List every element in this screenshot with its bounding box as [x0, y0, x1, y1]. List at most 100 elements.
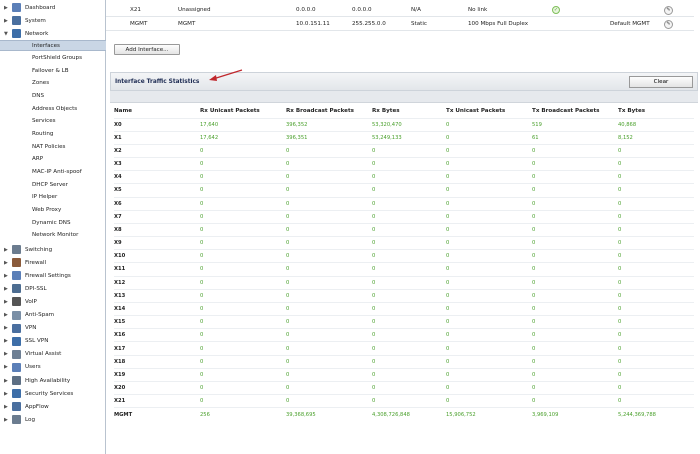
stat-value-cell: 0: [618, 183, 694, 198]
stat-value-cell: 0: [446, 315, 532, 329]
sidebar-item-virtual-assist[interactable]: ▶ Virtual Assist: [0, 349, 106, 360]
sidebar-item-firewall[interactable]: ▶ Firewall: [0, 257, 106, 268]
cell-ip: 10.0.151.11: [296, 21, 330, 27]
stat-value-cell: 0: [532, 275, 618, 290]
table-row[interactable]: X21 Unassigned 0.0.0.0 0.0.0.0 N/A No link ✓ ✎: [106, 4, 694, 17]
stat-value-cell: 0: [618, 328, 694, 342]
sidebar-subitem[interactable]: Address Objects: [0, 103, 106, 114]
sidebar-subitem[interactable]: Zones: [0, 78, 106, 89]
clear-stats-button[interactable]: Clear: [629, 76, 693, 88]
sidebar-subitem[interactable]: MAC-IP Anti-spoof: [0, 167, 106, 178]
stat-value-cell: 0: [532, 380, 618, 395]
interface-name-cell: X1: [114, 130, 200, 145]
expand-right-icon[interactable]: ▶: [4, 338, 10, 344]
sidebar-subitem[interactable]: Services: [0, 116, 106, 127]
sidebar-subitem[interactable]: Interfaces: [0, 40, 106, 51]
column-header[interactable]: Rx Bytes: [372, 105, 446, 118]
expand-down-icon[interactable]: ▼: [4, 31, 10, 37]
stat-value-cell: 0: [618, 288, 694, 303]
column-header[interactable]: Rx Broadcast Packets: [286, 105, 372, 118]
stat-value-cell: 0: [372, 209, 446, 224]
table-row: X18 0 0 0 0 0 0: [114, 354, 694, 369]
sidebar-item-vpn[interactable]: ▶ VPN: [0, 323, 106, 334]
column-header[interactable]: Tx Unicast Packets: [446, 105, 532, 118]
stat-value-cell: 17,642: [200, 130, 286, 145]
sidebar-item-label: Virtual Assist: [25, 351, 62, 358]
sidebar-item-system[interactable]: ▶ System: [0, 15, 106, 26]
main-content: X21 Unassigned 0.0.0.0 0.0.0.0 N/A No link ✓ ✎ M…: [106, 0, 700, 454]
security-services-icon: [12, 389, 21, 399]
expand-right-icon[interactable]: ▶: [4, 286, 10, 292]
sidebar-subitem[interactable]: IP Helper: [0, 192, 106, 203]
stat-value-cell: 0: [200, 222, 286, 237]
sidebar-item-network[interactable]: ▼ Network: [0, 28, 106, 39]
stat-value-cell: 0: [618, 170, 694, 184]
interface-name-cell: X11: [114, 262, 200, 277]
expand-right-icon[interactable]: ▶: [4, 325, 10, 331]
stat-value-cell: 0: [446, 328, 532, 342]
sidebar-item-firewall-settings[interactable]: ▶ Firewall Settings: [0, 270, 106, 281]
expand-right-icon[interactable]: ▶: [4, 378, 10, 384]
sidebar-item-users[interactable]: ▶ Users: [0, 362, 106, 373]
panel-title: Interface Traffic Statistics: [115, 79, 200, 85]
sidebar-subitem[interactable]: Dynamic DNS: [0, 217, 106, 228]
sidebar-subitem[interactable]: DNS: [0, 91, 106, 102]
sidebar-subitem[interactable]: ARP: [0, 154, 106, 165]
sidebar-subitem[interactable]: Failover & LB: [0, 65, 106, 76]
table-row: X11 0 0 0 0 0 0: [114, 262, 694, 277]
edit-icon[interactable]: ✎: [664, 5, 673, 15]
sidebar-item-dpi-ssl[interactable]: ▶ DPI-SSL: [0, 283, 106, 294]
stat-value-cell: 0: [286, 236, 372, 250]
expand-right-icon[interactable]: ▶: [4, 18, 10, 24]
sidebar-subitem[interactable]: Web Proxy: [0, 204, 106, 215]
switching-icon: [12, 245, 21, 254]
interface-name-cell: X5: [114, 183, 200, 198]
sidebar-item-security-services[interactable]: ▶ Security Services: [0, 388, 106, 399]
column-header[interactable]: Tx Broadcast Packets: [532, 105, 618, 118]
stat-value-cell: 0: [446, 394, 532, 408]
expand-right-icon[interactable]: ▶: [4, 404, 10, 410]
sidebar-item-log[interactable]: ▶ Log: [0, 414, 106, 425]
sidebar-subitem[interactable]: Network Monitor: [0, 230, 106, 241]
expand-right-icon[interactable]: ▶: [4, 5, 10, 11]
expand-right-icon[interactable]: ▶: [4, 299, 10, 305]
sidebar-item-appflow[interactable]: ▶ AppFlow: [0, 401, 106, 412]
expand-right-icon[interactable]: ▶: [4, 312, 10, 318]
expand-right-icon[interactable]: ▶: [4, 351, 10, 357]
stat-value-cell: 0: [200, 236, 286, 250]
column-header[interactable]: Name: [114, 105, 200, 118]
expand-right-icon[interactable]: ▶: [4, 260, 10, 266]
sidebar-subitem[interactable]: DHCP Server: [0, 179, 106, 190]
interface-name-cell: X14: [114, 301, 200, 316]
expand-right-icon[interactable]: ▶: [4, 247, 10, 253]
stat-value-cell: 0: [286, 196, 372, 211]
sidebar-item-label: Anti-Spam: [25, 312, 55, 318]
sidebar-item-anti-spam[interactable]: ▶ Anti-Spam: [0, 310, 106, 321]
interface-name-cell: X18: [114, 354, 200, 369]
sidebar-item-switching[interactable]: ▶ Switching: [0, 244, 106, 255]
sidebar-item-voip[interactable]: ▶ VoIP: [0, 296, 106, 307]
sidebar-subitem[interactable]: PortShield Groups: [0, 53, 106, 64]
expand-right-icon[interactable]: ▶: [4, 273, 10, 279]
stat-value-cell: 0: [286, 367, 372, 382]
add-interface-button[interactable]: Add Interface...: [114, 44, 180, 55]
sidebar-item-label: Log: [25, 416, 35, 423]
column-header[interactable]: Tx Bytes: [618, 105, 694, 118]
sidebar-item-dashboard[interactable]: ▶ Dashboard: [0, 2, 106, 13]
sidebar-item-high-availability[interactable]: ▶ High Availability: [0, 375, 106, 386]
table-row[interactable]: MGMT MGMT 10.0.151.11 255.255.0.0 Static 100 …: [106, 18, 694, 31]
column-header[interactable]: Rx Unicast Packets: [200, 105, 286, 118]
expand-right-icon[interactable]: ▶: [4, 417, 10, 423]
interface-name-cell: X9: [114, 236, 200, 250]
sidebar-item-ssl-vpn[interactable]: ▶ SSL VPN: [0, 336, 106, 347]
edit-icon[interactable]: ✎: [664, 19, 673, 29]
expand-right-icon[interactable]: ▶: [4, 364, 10, 370]
sidebar-subitem[interactable]: NAT Policies: [0, 141, 106, 152]
stat-value-cell: 0: [200, 354, 286, 369]
sidebar-subitem[interactable]: Routing: [0, 129, 106, 140]
stat-value-cell: 0: [372, 275, 446, 290]
dashboard-icon: [12, 3, 21, 12]
table-row: X1 17,642 396,351 53,249,133 0 61 8,152: [114, 130, 694, 145]
stat-value-cell: 0: [372, 249, 446, 263]
expand-right-icon[interactable]: ▶: [4, 391, 10, 397]
